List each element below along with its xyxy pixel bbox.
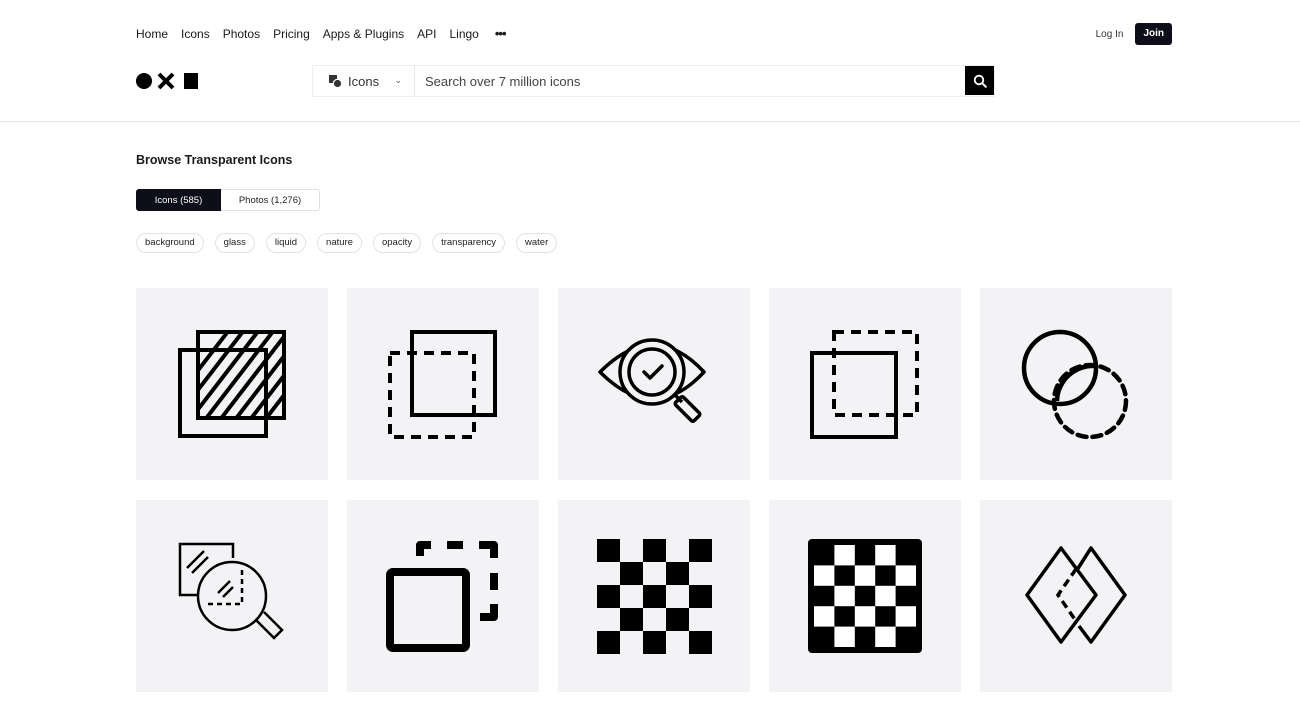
icon-tile[interactable] xyxy=(136,288,328,480)
eye-magnifier-check-icon xyxy=(598,338,706,424)
nav-icons[interactable]: Icons xyxy=(181,26,210,42)
checker-cell xyxy=(854,565,876,586)
checker-cell xyxy=(875,626,896,647)
checker-cell xyxy=(643,539,666,562)
checker-cell xyxy=(689,631,712,654)
checker-cell xyxy=(895,565,916,586)
tag-nature[interactable]: nature xyxy=(317,233,362,253)
checker-cell xyxy=(643,585,666,608)
search-bar: Icons ⌄ xyxy=(312,65,995,97)
search-type-label: Icons xyxy=(348,73,380,89)
circle-dashed-circle-icon xyxy=(1021,329,1129,440)
login-link[interactable]: Log In xyxy=(1096,29,1124,40)
glass-magnifier-icon xyxy=(178,542,284,640)
checkerboard-framed-icon xyxy=(808,539,922,653)
checker-cell xyxy=(834,585,855,607)
checker-cell xyxy=(814,565,835,586)
nav-apps-plugins[interactable]: Apps & Plugins xyxy=(323,26,404,42)
logo[interactable] xyxy=(136,72,198,90)
tab-photos[interactable]: Photos (1,276) xyxy=(221,189,320,211)
search-input[interactable] xyxy=(415,66,965,96)
square-over-dashed-square-icon xyxy=(388,330,497,439)
tag-liquid[interactable]: liquid xyxy=(265,233,307,253)
icons-type-icon xyxy=(329,74,342,88)
tab-icons[interactable]: Icons (585) xyxy=(136,189,221,211)
page-title: Browse Transparent Icons xyxy=(136,153,293,167)
nav-api[interactable]: API xyxy=(417,26,436,42)
tag-opacity[interactable]: opacity xyxy=(372,233,422,253)
square-under-dashed-square-icon xyxy=(810,330,919,439)
search-type-dropdown[interactable]: Icons ⌄ xyxy=(313,66,415,96)
tag-water[interactable]: water xyxy=(516,233,558,253)
icon-tile[interactable] xyxy=(347,500,539,692)
nav-home[interactable]: Home xyxy=(136,26,168,42)
search-icon xyxy=(973,74,987,88)
checker-cell xyxy=(620,562,643,585)
checker-cell xyxy=(854,606,876,627)
tag-background[interactable]: background xyxy=(136,233,204,253)
icon-tile[interactable] xyxy=(136,500,328,692)
search-button[interactable] xyxy=(965,66,994,95)
header-divider xyxy=(0,121,1300,122)
checker-cell xyxy=(814,606,835,627)
nav-photos[interactable]: Photos xyxy=(223,26,260,42)
icon-tile[interactable] xyxy=(558,288,750,480)
more-menu-icon[interactable]: ••• xyxy=(495,26,507,42)
tag-glass[interactable]: glass xyxy=(214,233,255,253)
related-tags: background glass liquid nature opacity t… xyxy=(136,233,558,253)
checker-cell xyxy=(834,626,855,647)
result-type-tabs: Icons (585) Photos (1,276) xyxy=(136,189,320,211)
icon-tile[interactable] xyxy=(980,500,1172,692)
nav-pricing[interactable]: Pricing xyxy=(273,26,310,42)
checker-cell xyxy=(666,562,689,585)
checker-cell xyxy=(689,539,712,562)
chevron-down-icon: ⌄ xyxy=(394,75,402,85)
checker-cell xyxy=(875,545,896,566)
tag-transparency[interactable]: transparency xyxy=(432,233,505,253)
checker-cell xyxy=(597,631,620,654)
checker-cell xyxy=(875,585,896,607)
nav-lingo[interactable]: Lingo xyxy=(449,26,478,42)
checker-cell xyxy=(689,585,712,608)
icon-grid xyxy=(136,288,1172,692)
diamonds-dashed-overlap-icon xyxy=(1025,546,1127,644)
icon-tile[interactable] xyxy=(558,500,750,692)
join-button[interactable]: Join xyxy=(1135,23,1172,45)
icon-tile[interactable] xyxy=(769,288,961,480)
checker-cell xyxy=(620,608,643,631)
square-dashed-corner-square-icon xyxy=(386,541,498,652)
logo-mark-icon xyxy=(136,72,198,90)
checker-cell xyxy=(666,608,689,631)
icon-tile[interactable] xyxy=(347,288,539,480)
checker-cell xyxy=(643,631,666,654)
checkerboard-icon xyxy=(597,539,712,654)
checker-cell xyxy=(834,545,855,566)
icon-tile[interactable] xyxy=(769,500,961,692)
checker-cell xyxy=(597,539,620,562)
hatched-overlapping-squares-icon xyxy=(178,330,286,438)
checker-cell xyxy=(597,585,620,608)
auth-area: Log In Join xyxy=(1096,23,1172,45)
top-nav: Home Icons Photos Pricing Apps & Plugins… xyxy=(136,26,519,42)
icon-tile[interactable] xyxy=(980,288,1172,480)
checker-cell xyxy=(895,606,916,627)
